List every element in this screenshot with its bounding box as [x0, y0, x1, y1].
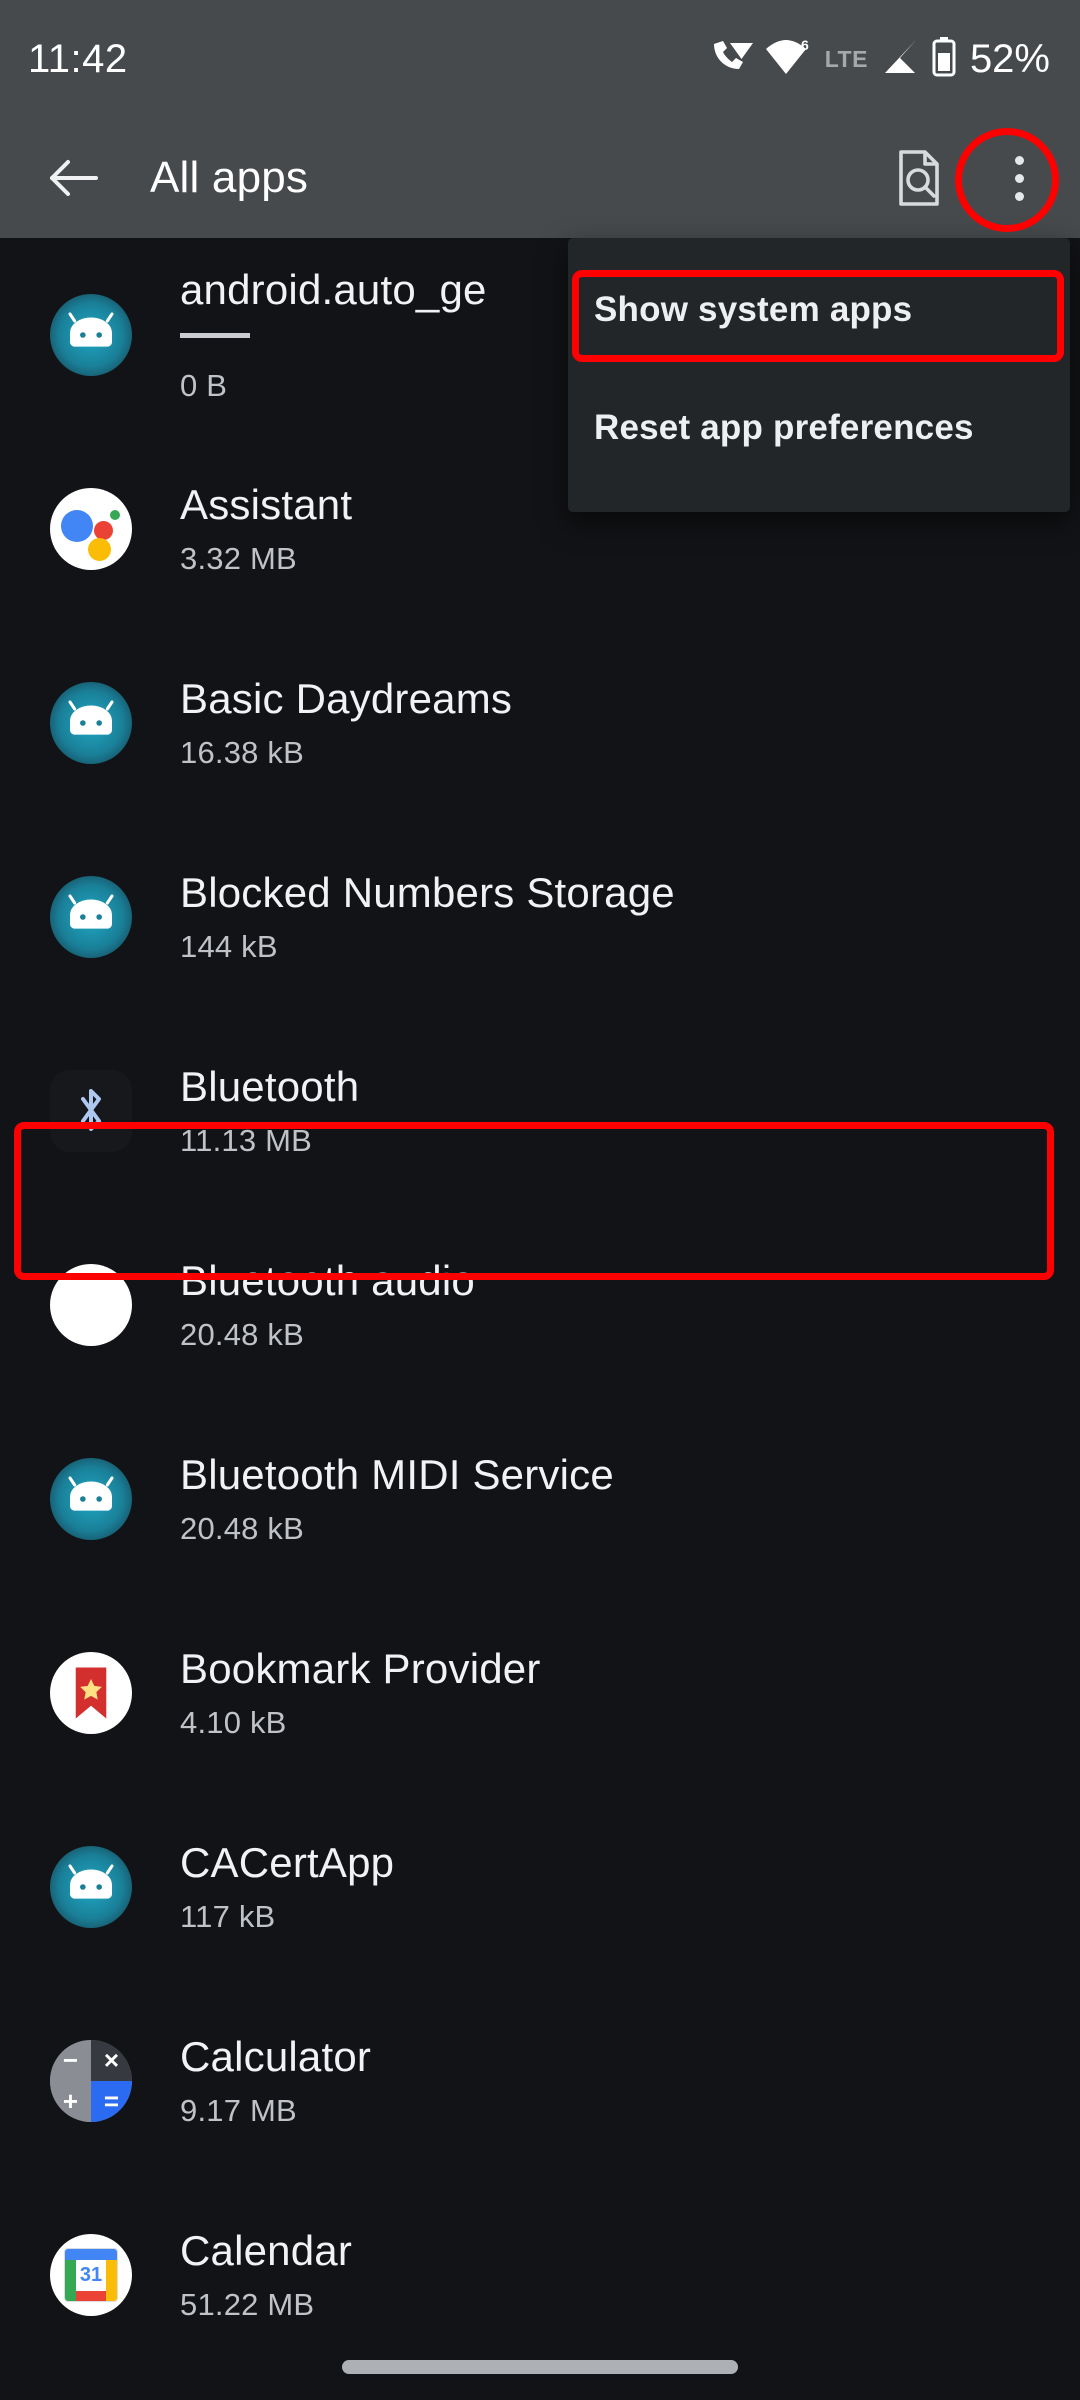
app-size: 9.17 MB — [180, 2092, 297, 2128]
android-robot-icon — [50, 682, 132, 764]
app-name: android.auto_ge — [180, 266, 487, 314]
app-size: 3.32 MB — [180, 540, 297, 576]
app-name: Calculator — [180, 2033, 372, 2081]
app-size: 4.10 kB — [180, 1704, 287, 1740]
list-item[interactable]: Basic Daydreams 16.38 kB — [0, 626, 1080, 820]
app-name: Blocked Numbers Storage — [180, 869, 675, 917]
app-icon — [50, 488, 132, 570]
app-info: Bluetooth 11.13 MB — [180, 1063, 359, 1158]
android-robot-icon — [50, 294, 132, 376]
list-item-bluetooth[interactable]: Bluetooth 11.13 MB — [0, 1014, 1080, 1208]
app-info: Calculator 9.17 MB — [180, 2033, 371, 2128]
app-icon — [50, 1846, 132, 1928]
app-info: android.auto_ge 0 B — [180, 266, 487, 403]
app-icon — [50, 682, 132, 764]
svg-text:6: 6 — [801, 37, 809, 53]
white-circle-icon — [50, 1264, 132, 1346]
list-item[interactable]: − × + = Calculator 9.17 MB — [0, 1984, 1080, 2178]
menu-item-show-system-apps[interactable]: Show system apps — [568, 268, 1070, 352]
more-options-button[interactable] — [984, 143, 1054, 213]
calculator-icon: − × + = — [50, 2040, 132, 2122]
status-clock: 11:42 — [28, 36, 128, 81]
app-size: 51.22 MB — [180, 2286, 315, 2322]
app-info: Basic Daydreams 16.38 kB — [180, 675, 512, 770]
more-options-icon — [1014, 155, 1024, 201]
app-name: Assistant — [180, 481, 353, 529]
lte-label: LTE — [824, 45, 868, 72]
search-document-button[interactable] — [884, 143, 954, 213]
search-document-icon — [899, 150, 939, 206]
calc-equals-glyph: = — [91, 2081, 132, 2122]
app-info: Blocked Numbers Storage 144 kB — [180, 869, 675, 964]
android-robot-icon — [50, 1458, 132, 1540]
bluetooth-icon — [50, 1070, 132, 1152]
app-name: Bluetooth MIDI Service — [180, 1451, 614, 1499]
app-icon — [50, 294, 132, 376]
app-size: 144 kB — [180, 928, 278, 964]
android-robot-icon — [50, 876, 132, 958]
calc-minus-glyph: − — [50, 2040, 91, 2081]
app-info: Bookmark Provider 4.10 kB — [180, 1645, 541, 1740]
wifi-6-icon: 6 — [765, 37, 811, 82]
back-arrow-icon — [50, 160, 98, 196]
status-icons: 6 LTE 52% — [710, 36, 1050, 82]
calc-plus-glyph: + — [50, 2081, 91, 2122]
app-name: Basic Daydreams — [180, 675, 513, 723]
back-button[interactable] — [42, 146, 106, 210]
battery-icon — [931, 36, 957, 82]
app-icon: − × + = — [50, 2040, 132, 2122]
home-gesture-handle[interactable] — [342, 2360, 738, 2374]
app-icon — [50, 1652, 132, 1734]
cellular-signal-icon — [882, 38, 920, 81]
call-wifi-icon — [710, 37, 754, 82]
list-item[interactable]: Bluetooth MIDI Service 20.48 kB — [0, 1402, 1080, 1596]
app-icon — [50, 876, 132, 958]
calendar-icon: 31 — [50, 2234, 132, 2316]
phone-screen: 11:42 6 LTE 52% All apps android.auto_ge… — [0, 0, 1080, 2400]
list-item[interactable]: Bluetooth audio 20.48 kB — [0, 1208, 1080, 1402]
app-name: Calendar — [180, 2227, 353, 2275]
bookmark-icon — [50, 1652, 132, 1734]
app-list: android.auto_ge 0 B Assistant 3.32 MB Ba… — [0, 238, 1080, 2400]
app-info: CACertApp 117 kB — [180, 1839, 394, 1934]
calc-times-glyph: × — [91, 2040, 132, 2081]
app-size: 20.48 kB — [180, 1510, 304, 1546]
app-size: 117 kB — [180, 1898, 276, 1934]
app-name: Bluetooth audio — [180, 1257, 475, 1305]
list-item[interactable]: Blocked Numbers Storage 144 kB — [0, 820, 1080, 1014]
list-item[interactable]: Bookmark Provider 4.10 kB — [0, 1596, 1080, 1790]
app-size: 16.38 kB — [180, 734, 304, 770]
app-icon: 31 — [50, 2234, 132, 2316]
app-info: Bluetooth MIDI Service 20.48 kB — [180, 1451, 614, 1546]
list-item[interactable]: 31 Calendar 51.22 MB — [0, 2178, 1080, 2372]
app-icon — [50, 1458, 132, 1540]
page-title: All apps — [150, 153, 309, 202]
app-info: Calendar 51.22 MB — [180, 2227, 352, 2322]
app-size: 20.48 kB — [180, 1316, 304, 1352]
app-info: Assistant 3.32 MB — [180, 481, 352, 576]
app-icon — [50, 1070, 132, 1152]
app-dash — [180, 320, 487, 356]
overflow-menu: Show system apps Reset app preferences — [568, 238, 1070, 512]
app-bar-actions — [884, 143, 1054, 213]
app-name: Bookmark Provider — [180, 1645, 541, 1693]
app-name: Bluetooth — [180, 1063, 360, 1111]
list-item[interactable]: CACertApp 117 kB — [0, 1790, 1080, 1984]
app-size: 0 B — [180, 367, 228, 403]
android-robot-icon — [50, 1846, 132, 1928]
app-name: CACertApp — [180, 1839, 395, 1887]
app-icon — [50, 1264, 132, 1346]
status-bar: 11:42 6 LTE 52% — [0, 0, 1080, 118]
battery-percent: 52% — [969, 36, 1050, 81]
app-info: Bluetooth audio 20.48 kB — [180, 1257, 475, 1352]
app-size: 11.13 MB — [180, 1122, 312, 1158]
app-bar: All apps — [0, 118, 1080, 238]
menu-item-reset-app-preferences[interactable]: Reset app preferences — [568, 386, 1070, 470]
google-assistant-icon — [50, 488, 132, 570]
calendar-day-number: 31 — [79, 2264, 103, 2286]
